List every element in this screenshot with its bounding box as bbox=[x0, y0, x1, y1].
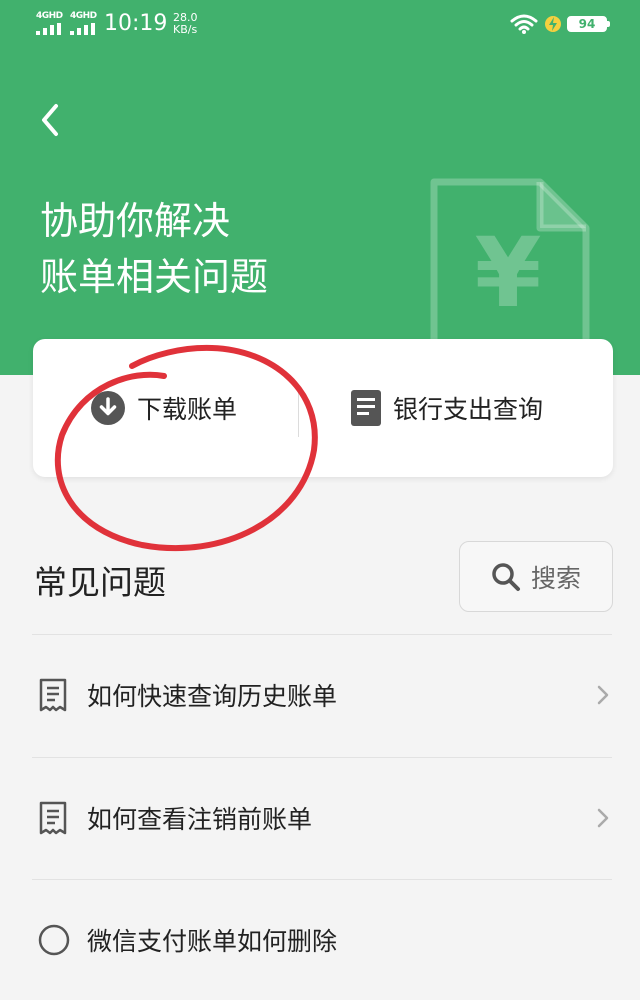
receipt-icon bbox=[38, 800, 68, 836]
faq-item-history-bill[interactable]: 如何快速查询历史账单 bbox=[32, 635, 612, 755]
download-bill-label: 下载账单 bbox=[137, 395, 238, 424]
search-label: 搜索 bbox=[530, 563, 581, 593]
status-bar: 4GHD 4GHD 10:19 28.0 KB/s 94 bbox=[0, 0, 640, 52]
status-time: 10:19 bbox=[104, 11, 168, 36]
signal-bars-icon bbox=[36, 23, 61, 35]
chevron-right-icon bbox=[596, 807, 610, 829]
faq-item-cancelled-bill[interactable]: 如何查看注销前账单 bbox=[32, 758, 612, 878]
header: 4GHD 4GHD 10:19 28.0 KB/s 94 ¥ 协助你解决 账单相… bbox=[0, 0, 640, 375]
help-circle-icon bbox=[38, 924, 70, 956]
network-speed: 28.0 KB/s bbox=[173, 12, 198, 36]
wifi-icon bbox=[510, 14, 538, 34]
page-title: 协助你解决 账单相关问题 bbox=[40, 193, 268, 305]
battery-indicator: 94 bbox=[567, 16, 610, 32]
network-label-2: 4GHD bbox=[70, 11, 97, 21]
bank-expense-query-button[interactable]: 银行支出查询 bbox=[351, 339, 543, 477]
faq-title: 常见问题 bbox=[34, 563, 166, 602]
quick-actions-card: 下载账单 银行支出查询 bbox=[33, 339, 613, 477]
bill-document-icon: ¥ bbox=[430, 178, 590, 358]
chevron-right-icon bbox=[596, 684, 610, 706]
search-icon bbox=[491, 562, 521, 592]
title-line-1: 协助你解决 bbox=[40, 199, 231, 243]
download-circle-icon bbox=[91, 391, 125, 425]
decor-yen-symbol: ¥ bbox=[475, 217, 542, 329]
faq-item-label: 微信支付账单如何删除 bbox=[87, 927, 338, 956]
faq-item-label: 如何快速查询历史账单 bbox=[87, 682, 338, 711]
faq-item-delete-bill[interactable]: 微信支付账单如何删除 bbox=[32, 880, 612, 1000]
faq-item-label: 如何查看注销前账单 bbox=[87, 805, 313, 834]
search-button[interactable]: 搜索 bbox=[459, 541, 613, 612]
bank-expense-query-label: 银行支出查询 bbox=[393, 395, 544, 424]
document-icon bbox=[351, 390, 381, 426]
chevron-left-icon bbox=[42, 104, 58, 136]
speed-unit: KB/s bbox=[173, 23, 198, 36]
receipt-icon bbox=[38, 677, 68, 713]
title-line-2: 账单相关问题 bbox=[40, 255, 269, 299]
download-bill-button[interactable]: 下载账单 bbox=[91, 339, 237, 477]
back-button[interactable] bbox=[36, 100, 66, 140]
action-divider bbox=[298, 391, 299, 437]
charging-icon bbox=[545, 16, 561, 32]
signal-bars-icon bbox=[70, 23, 95, 35]
network-label-1: 4GHD bbox=[36, 11, 63, 21]
